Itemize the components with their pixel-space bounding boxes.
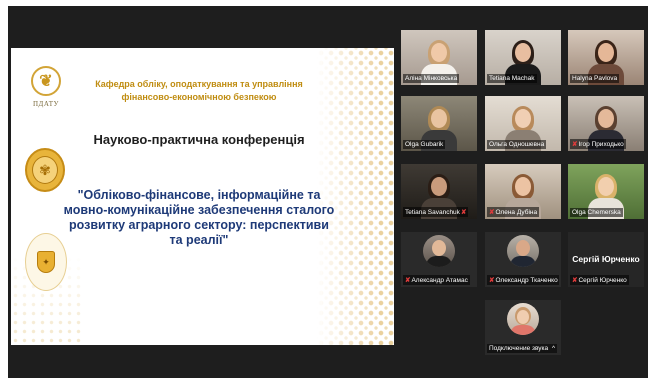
participant-tile[interactable]: Tetiana Savanchuk ✘ [401,164,477,219]
shared-slide: ❦ ПДАТУ ✾ ✦ Кафедра обліку, оподаткуванн… [11,48,394,345]
participant-tile-connecting-audio[interactable]: Подключение звука ^ [485,300,561,355]
participant-name: Olga Chemerska [570,208,623,217]
participant-tile-active-speaker[interactable]: Olga Gubarik [401,96,477,151]
participant-name: Подключение звука ^ [487,344,558,353]
mic-muted-icon: ✘ [405,277,411,284]
participant-tile[interactable]: Аліна Мінковська [401,30,477,85]
participant-name: ✘ Сергій Юрченко [570,275,629,285]
mic-muted-icon: ✘ [572,277,578,284]
wheat-emblem-icon: ✾ [32,156,58,184]
university-logo: ❦ ПДАТУ [31,66,61,122]
participant-tile-no-video[interactable]: Сергій Юрченко ✘ Сергій Юрченко [568,232,644,287]
conference-title: "Обліково-фінансове, інформаційне та мов… [63,188,335,247]
participant-name: Olga Gubarik [403,140,446,149]
participant-name: Аліна Мінковська [403,74,460,83]
avatar [507,235,539,267]
participant-display-name: Сергій Юрченко [572,254,640,264]
avatar [507,303,539,335]
participant-name: ✘ Александр Атамас [403,275,470,285]
avatar [423,235,455,267]
participant-name: Ольга Одношевна [487,140,547,149]
participant-name: Tetiana Machak [487,74,537,83]
participant-name: ✘ Ігор Приходько [570,139,626,149]
participant-name: Halyna Pavlova [570,74,620,83]
faculty-emblem: ✾ [25,148,65,192]
meeting-window: ❦ ПДАТУ ✾ ✦ Кафедра обліку, оподаткуванн… [8,6,648,378]
caret-up-icon[interactable]: ^ [552,345,555,352]
department-emblem: ✦ [25,233,67,291]
mic-muted-icon: ✘ [489,209,495,216]
participant-tile[interactable]: Halyna Pavlova [568,30,644,85]
participant-name: ✘ Олександр Ткаченко [487,275,559,285]
shield-icon: ✦ [37,251,55,273]
participant-tile[interactable]: ✘ Олена Дубіна [485,164,561,219]
department-title: Кафедра обліку, оподаткування та управлі… [95,79,303,102]
wheat-icon: ❦ [31,66,61,96]
participant-tile[interactable]: Olga Chemerska [568,164,644,219]
participant-tile[interactable]: ✘ Александр Атамас [401,232,477,287]
mic-muted-icon: ✘ [572,141,578,148]
participant-tile[interactable]: ✘ Ігор Приходько [568,96,644,151]
university-logo-text: ПДАТУ [32,100,59,108]
mic-muted-icon: ✘ [489,277,495,284]
participant-tile[interactable]: Tetiana Machak [485,30,561,85]
participant-tile[interactable]: ✘ Олександр Ткаченко [485,232,561,287]
participant-tile[interactable]: Ольга Одношевна [485,96,561,151]
conference-type: Науково-практична конференція [93,132,305,147]
mic-muted-icon: ✘ [460,209,467,216]
participant-name: Tetiana Savanchuk ✘ [403,207,469,217]
participant-name: ✘ Олена Дубіна [487,207,540,217]
